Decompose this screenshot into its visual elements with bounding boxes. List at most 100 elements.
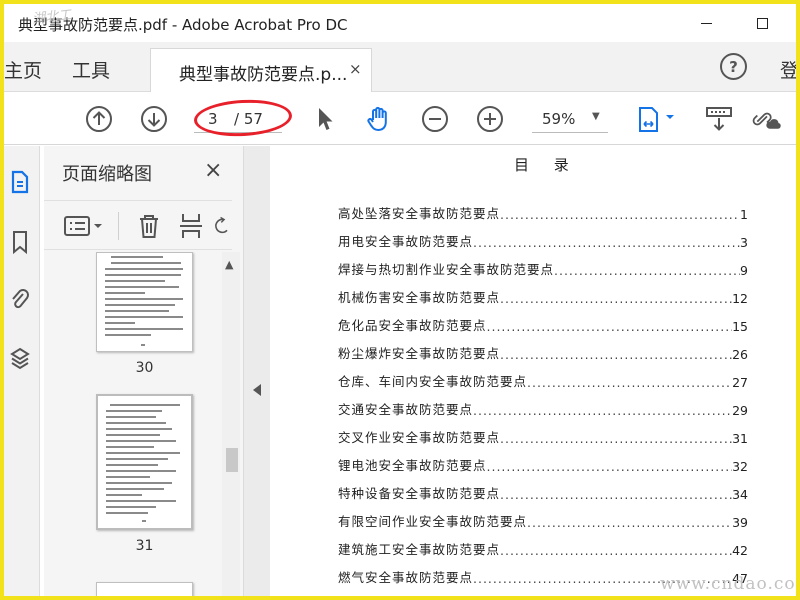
login-button[interactable]: 登 — [780, 56, 796, 83]
attachments-button[interactable] — [8, 286, 32, 314]
panel-toolbar — [44, 200, 232, 250]
toc-entry-page: 42 — [732, 543, 748, 558]
bookmarks-button[interactable] — [8, 228, 32, 256]
minimize-button[interactable] — [692, 10, 720, 36]
toc-leader-dots: ........................................… — [500, 543, 733, 558]
tab-bar: 主页 工具 典型事故防范要点.p... × ? 登 — [4, 42, 796, 92]
chevron-down-icon: ▼ — [592, 111, 600, 122]
previous-page-button[interactable] — [84, 104, 114, 134]
toc-entry-page: 34 — [732, 487, 748, 502]
rotate-icon — [215, 216, 228, 234]
toc-entry-title: 用电安全事故防范要点 — [338, 234, 474, 249]
close-tab-icon[interactable]: × — [349, 60, 362, 78]
cursor-arrow-icon — [319, 108, 333, 130]
arrow-down-circle-icon — [141, 106, 167, 132]
toc-entry[interactable]: 高处坠落安全事故防范要点............................… — [338, 202, 748, 222]
hand-tool-button[interactable] — [364, 104, 394, 134]
toc-entry-page: 26 — [732, 347, 748, 362]
toc-entry-title: 机械伤害安全事故防范要点 — [338, 290, 501, 305]
link-cloud-icon — [752, 112, 781, 129]
toc-entry[interactable]: 建筑施工安全事故防范要点............................… — [338, 538, 748, 558]
tab-tools[interactable]: 工具 — [72, 56, 110, 83]
page-thumbnails-button[interactable] — [8, 168, 32, 196]
zoom-select[interactable]: 59% ▼ — [532, 105, 608, 133]
toc-entry[interactable]: 仓库、车间内安全事故防范要点..........................… — [338, 370, 748, 390]
fit-page-button[interactable] — [634, 104, 678, 134]
next-page-button[interactable] — [139, 104, 169, 134]
zoom-in-button[interactable] — [475, 104, 505, 134]
share-link-button[interactable] — [752, 104, 782, 134]
tab-home[interactable]: 主页 — [4, 56, 42, 83]
toc-leader-dots: ........................................… — [500, 347, 733, 362]
scroll-mode-button[interactable] — [704, 104, 734, 134]
toc-leader-dots: ........................................… — [554, 263, 740, 278]
toc-leader-dots: ........................................… — [473, 235, 740, 250]
panel-divider[interactable] — [244, 146, 270, 596]
toc-entry[interactable]: 机械伤害安全事故防范要点............................… — [338, 286, 748, 306]
minus-circle-icon — [422, 106, 448, 132]
page-split-icon — [180, 214, 202, 238]
toc-entry[interactable]: 交通安全事故防范要点..............................… — [338, 398, 748, 418]
toc-leader-dots: ........................................… — [500, 431, 733, 446]
toc-entry-page: 27 — [732, 375, 748, 390]
toc-entry-page: 9 — [740, 263, 748, 278]
zoom-value: 59% — [542, 109, 576, 128]
maximize-button[interactable] — [748, 10, 776, 36]
thumbnail-page-31[interactable] — [96, 394, 193, 530]
toc-entry-page: 32 — [732, 459, 748, 474]
toc-entry[interactable]: 三小场所安全事故防范要点............................… — [338, 594, 748, 596]
toc-entry[interactable]: 焊接与热切割作业安全事故防范要点........................… — [338, 258, 748, 278]
toolbar: 3 / 57 59% ▼ — [4, 93, 796, 145]
toc-entry[interactable]: 用电安全事故防范要点..............................… — [338, 230, 748, 250]
chevron-up-icon[interactable]: ▲ — [225, 258, 233, 271]
panel-tool-separator — [118, 212, 119, 240]
thumbnail-scrollbar[interactable]: ▲ — [222, 252, 240, 596]
toc-entry-title: 焊接与热切割作业安全事故防范要点 — [338, 262, 555, 277]
toc-entry-title: 锂电池安全事故防范要点 — [338, 458, 487, 473]
collapse-arrow-icon[interactable] — [253, 384, 261, 396]
toc-heading: 目 录 — [514, 156, 579, 174]
toc-entry-title: 粉尘爆炸安全事故防范要点 — [338, 346, 501, 361]
page-number-field[interactable]: 3 / 57 — [194, 105, 282, 133]
scrollbar-thumb[interactable] — [226, 448, 238, 472]
options-menu-button[interactable] — [60, 211, 106, 241]
plus-circle-icon — [477, 106, 503, 132]
document-view[interactable]: 目 录 高处坠落安全事故防范要点........................… — [270, 146, 796, 596]
toc-entry[interactable]: 锂电池安全事故防范要点.............................… — [338, 454, 748, 474]
toc-entry-title: 高处坠落安全事故防范要点 — [338, 206, 501, 221]
toc-entry[interactable]: 粉尘爆炸安全事故防范要点............................… — [338, 342, 748, 362]
toc-leader-dots: ........................................… — [486, 459, 733, 474]
rotate-page-button[interactable] — [212, 211, 232, 241]
toc-entry[interactable]: 危化品安全事故防范要点.............................… — [338, 314, 748, 334]
thumbnail-page-32[interactable] — [96, 582, 193, 596]
toc-entry-title: 仓库、车间内安全事故防范要点 — [338, 374, 528, 389]
paperclip-icon — [12, 289, 29, 309]
toc-entry[interactable]: 有限空间作业安全事故防范要点..........................… — [338, 510, 748, 530]
toc-entry-title: 特种设备安全事故防范要点 — [338, 486, 501, 501]
thumbnail-page-30[interactable] — [96, 252, 193, 352]
hand-icon — [367, 106, 387, 131]
app-window: 典型事故防范要点.pdf - Adobe Acrobat Pro DC 湖北工 … — [0, 0, 800, 600]
toc-entry-page: 29 — [732, 403, 748, 418]
toc-entry-page: 1 — [740, 207, 748, 222]
layers-icon — [10, 347, 30, 370]
page-current-input[interactable]: 3 — [208, 110, 226, 128]
toc-leader-dots: ........................................… — [500, 487, 733, 502]
select-tool-button[interactable] — [310, 104, 340, 134]
extract-page-button[interactable] — [176, 211, 206, 241]
toc-leader-dots: ........................................… — [500, 207, 741, 222]
delete-page-button[interactable] — [134, 211, 164, 241]
toc-entry[interactable]: 交叉作业安全事故防范要点............................… — [338, 426, 748, 446]
left-rail — [4, 146, 40, 596]
layers-button[interactable] — [8, 344, 32, 372]
toc-entry[interactable]: 特种设备安全事故防范要点............................… — [338, 482, 748, 502]
panel-close-icon[interactable]: × — [204, 158, 222, 183]
zoom-out-button[interactable] — [420, 104, 450, 134]
toc-entry-page: 12 — [732, 291, 748, 306]
help-icon[interactable]: ? — [720, 53, 747, 80]
tab-document[interactable]: 典型事故防范要点.p... × — [150, 48, 372, 92]
toc-entry-page: 39 — [732, 515, 748, 530]
thumbnail-list: 30 31 — [44, 252, 222, 596]
thumbnail-label: 31 — [135, 538, 154, 554]
fit-width-icon — [639, 107, 674, 132]
